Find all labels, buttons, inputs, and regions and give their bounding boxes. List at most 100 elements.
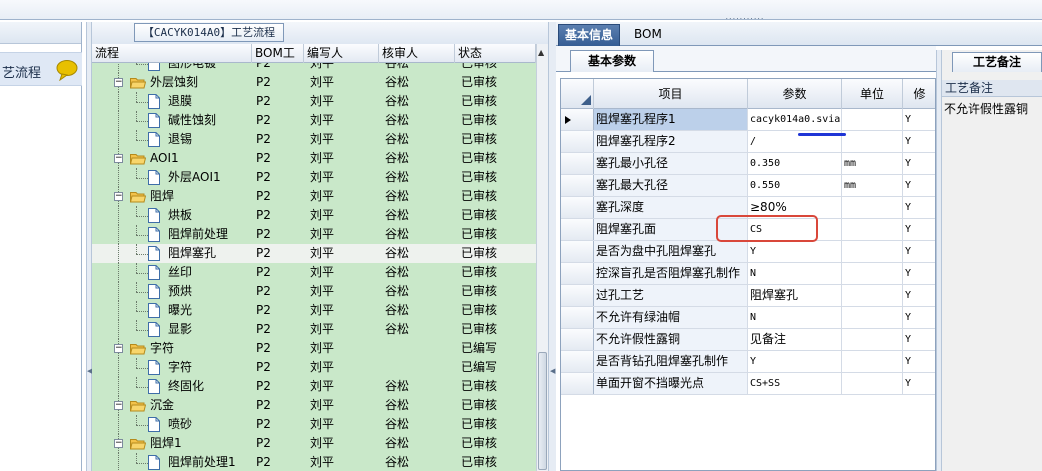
param-unit	[842, 263, 903, 284]
tree-row[interactable]: − 字符 P2 刘平 已编写	[92, 339, 536, 358]
param-row[interactable]: 过孔工艺 阻焊塞孔 Y	[561, 285, 935, 307]
param-row[interactable]: 是否为盘中孔阻焊塞孔 Y Y	[561, 241, 935, 263]
param-value[interactable]: N	[748, 307, 842, 328]
tree-row[interactable]: 字符 P2 刘平 已编写	[92, 358, 536, 377]
tree-scrollbar[interactable]: ▲	[536, 44, 548, 471]
col-header-status[interactable]: 状态	[455, 44, 536, 63]
param-row[interactable]: 单面开窗不挡曝光点 CS+SS Y	[561, 373, 935, 395]
param-row[interactable]: 不允许假性露铜 见备注 Y	[561, 329, 935, 351]
row-indicator[interactable]	[561, 219, 594, 240]
tree-row[interactable]: − 阻焊1 P2 刘平 谷松 已审核	[92, 434, 536, 453]
tree-row[interactable]: 碱性蚀刻 P2 刘平 谷松 已审核	[92, 111, 536, 130]
tree-row[interactable]: 退锡 P2 刘平 谷松 已审核	[92, 130, 536, 149]
scroll-thumb[interactable]	[538, 352, 547, 470]
tree-row[interactable]: 喷砂 P2 刘平 谷松 已审核	[92, 415, 536, 434]
row-indicator[interactable]	[561, 285, 594, 306]
row-indicator[interactable]	[561, 131, 594, 152]
tree-row[interactable]: − 外层蚀刻 P2 刘平 谷松 已审核	[92, 73, 536, 92]
tree-row[interactable]: 退膜 P2 刘平 谷松 已审核	[92, 92, 536, 111]
param-value[interactable]: Y	[748, 241, 842, 262]
document-icon	[148, 417, 160, 432]
collapse-toggle-icon[interactable]: −	[114, 401, 123, 410]
tree-header: 流程 BOM工厂 编写人 核审人 状态	[92, 44, 536, 79]
collapse-toggle-icon[interactable]: −	[114, 439, 123, 448]
tree-row-reviewer: 谷松	[385, 94, 410, 108]
param-row[interactable]: 阻焊塞孔程序1 cacyk014a0.svia Y	[561, 109, 935, 131]
col-header-reviewer[interactable]: 核审人	[379, 44, 455, 63]
row-indicator[interactable]	[561, 263, 594, 284]
col-header-value[interactable]: 参数	[748, 79, 842, 109]
row-indicator[interactable]	[561, 351, 594, 372]
tree-row-bom: P2	[256, 75, 271, 89]
param-row[interactable]: 塞孔最大孔径 0.550 mm Y	[561, 175, 935, 197]
col-header-bom[interactable]: BOM工厂	[252, 44, 304, 79]
param-flag: Y	[903, 351, 935, 372]
tree-row[interactable]: − 阻焊 P2 刘平 谷松 已审核	[92, 187, 536, 206]
tree-connector	[118, 377, 119, 396]
tree-row[interactable]: − AOI1 P2 刘平 谷松 已审核	[92, 149, 536, 168]
tree-connector	[118, 453, 119, 471]
col-header-process[interactable]: 流程	[92, 44, 252, 63]
tree-row[interactable]: 阻焊塞孔 P2 刘平 谷松 已审核	[92, 244, 536, 263]
row-indicator[interactable]	[561, 197, 594, 218]
tree-row[interactable]: 图形电镀 P2 刘平 谷松 已审核	[92, 63, 536, 73]
collapse-toggle-icon[interactable]: −	[114, 344, 123, 353]
param-value[interactable]: CS+SS	[748, 373, 842, 394]
col-header-item[interactable]: 项目	[594, 79, 748, 109]
tree-row-reviewer: 谷松	[385, 170, 410, 184]
tree-row[interactable]: 丝印 P2 刘平 谷松 已审核	[92, 263, 536, 282]
col-header-writer[interactable]: 编写人	[304, 44, 379, 63]
scroll-up-icon[interactable]: ▲	[538, 48, 544, 57]
notes-text[interactable]: 不允许假性露铜	[944, 100, 1028, 117]
tree-row[interactable]: 显影 P2 刘平 谷松 已审核	[92, 320, 536, 339]
tree-row-reviewer: 谷松	[385, 265, 410, 279]
tree-row[interactable]: 终固化 P2 刘平 谷松 已审核	[92, 377, 536, 396]
tab-basic-info[interactable]: 基本信息	[558, 24, 621, 46]
param-value[interactable]: Y	[748, 351, 842, 372]
tree-row[interactable]: − 沉金 P2 刘平 谷松 已审核	[92, 396, 536, 415]
col-header-unit[interactable]: 单位	[842, 79, 903, 109]
collapse-toggle-icon[interactable]: −	[114, 192, 123, 201]
param-row[interactable]: 阻焊塞孔程序2/Y	[561, 131, 935, 153]
tab-process-notes[interactable]: 工艺备注	[952, 52, 1042, 72]
tree-row[interactable]: 阻焊前处理1 P2 刘平 谷松 已审核	[92, 453, 536, 471]
col-header-flag[interactable]: 修	[903, 79, 935, 109]
tree-row-bom: P2	[256, 132, 271, 146]
param-value[interactable]: 见备注	[748, 329, 842, 350]
nav-item-process[interactable]: 艺流程	[0, 52, 82, 86]
param-row[interactable]: 控深盲孔是否阻焊塞孔制作 N Y	[561, 263, 935, 285]
tree-connector	[136, 111, 137, 121]
tree-row[interactable]: 外层AOI1 P2 刘平 谷松 已审核	[92, 168, 536, 187]
row-indicator[interactable]	[561, 373, 594, 394]
collapse-toggle-icon[interactable]: −	[114, 78, 123, 87]
row-indicator[interactable]	[561, 241, 594, 262]
middle-splitter[interactable]: ◀	[548, 22, 556, 471]
splitter-grip[interactable]: ...........	[705, 13, 785, 21]
param-value[interactable]: cacyk014a0.svia	[748, 109, 842, 130]
document-icon	[148, 360, 160, 375]
collapse-arrow-icon[interactable]: ◀	[550, 367, 555, 375]
param-value[interactable]: 阻焊塞孔	[748, 285, 842, 306]
param-value[interactable]: 0.350	[748, 153, 842, 174]
param-row[interactable]: 不允许有绿油帽 N Y	[561, 307, 935, 329]
row-indicator[interactable]	[561, 329, 594, 350]
tree-row-writer: 刘平	[310, 303, 335, 317]
row-indicator[interactable]	[561, 109, 594, 130]
tree-row[interactable]: 烘板 P2 刘平 谷松 已审核	[92, 206, 536, 225]
param-item: 塞孔最大孔径	[594, 175, 748, 196]
param-value[interactable]: 0.550	[748, 175, 842, 196]
row-indicator[interactable]	[561, 153, 594, 174]
tree-row[interactable]: 曝光 P2 刘平 谷松 已审核	[92, 301, 536, 320]
tree-row-status: 已审核	[461, 246, 498, 260]
collapse-toggle-icon[interactable]: −	[114, 154, 123, 163]
tab-bom[interactable]: BOM	[628, 24, 668, 46]
tree-row[interactable]: 预烘 P2 刘平 谷松 已审核	[92, 282, 536, 301]
row-indicator-header[interactable]	[561, 79, 594, 109]
param-value[interactable]: N	[748, 263, 842, 284]
tree-row[interactable]: 阻焊前处理 P2 刘平 谷松 已审核	[92, 225, 536, 244]
row-indicator[interactable]	[561, 175, 594, 196]
param-row[interactable]: 是否背钻孔阻焊塞孔制作 Y Y	[561, 351, 935, 373]
param-row[interactable]: 塞孔最小孔径 0.350 mm Y	[561, 153, 935, 175]
tab-basic-params[interactable]: 基本参数	[570, 50, 654, 72]
row-indicator[interactable]	[561, 307, 594, 328]
